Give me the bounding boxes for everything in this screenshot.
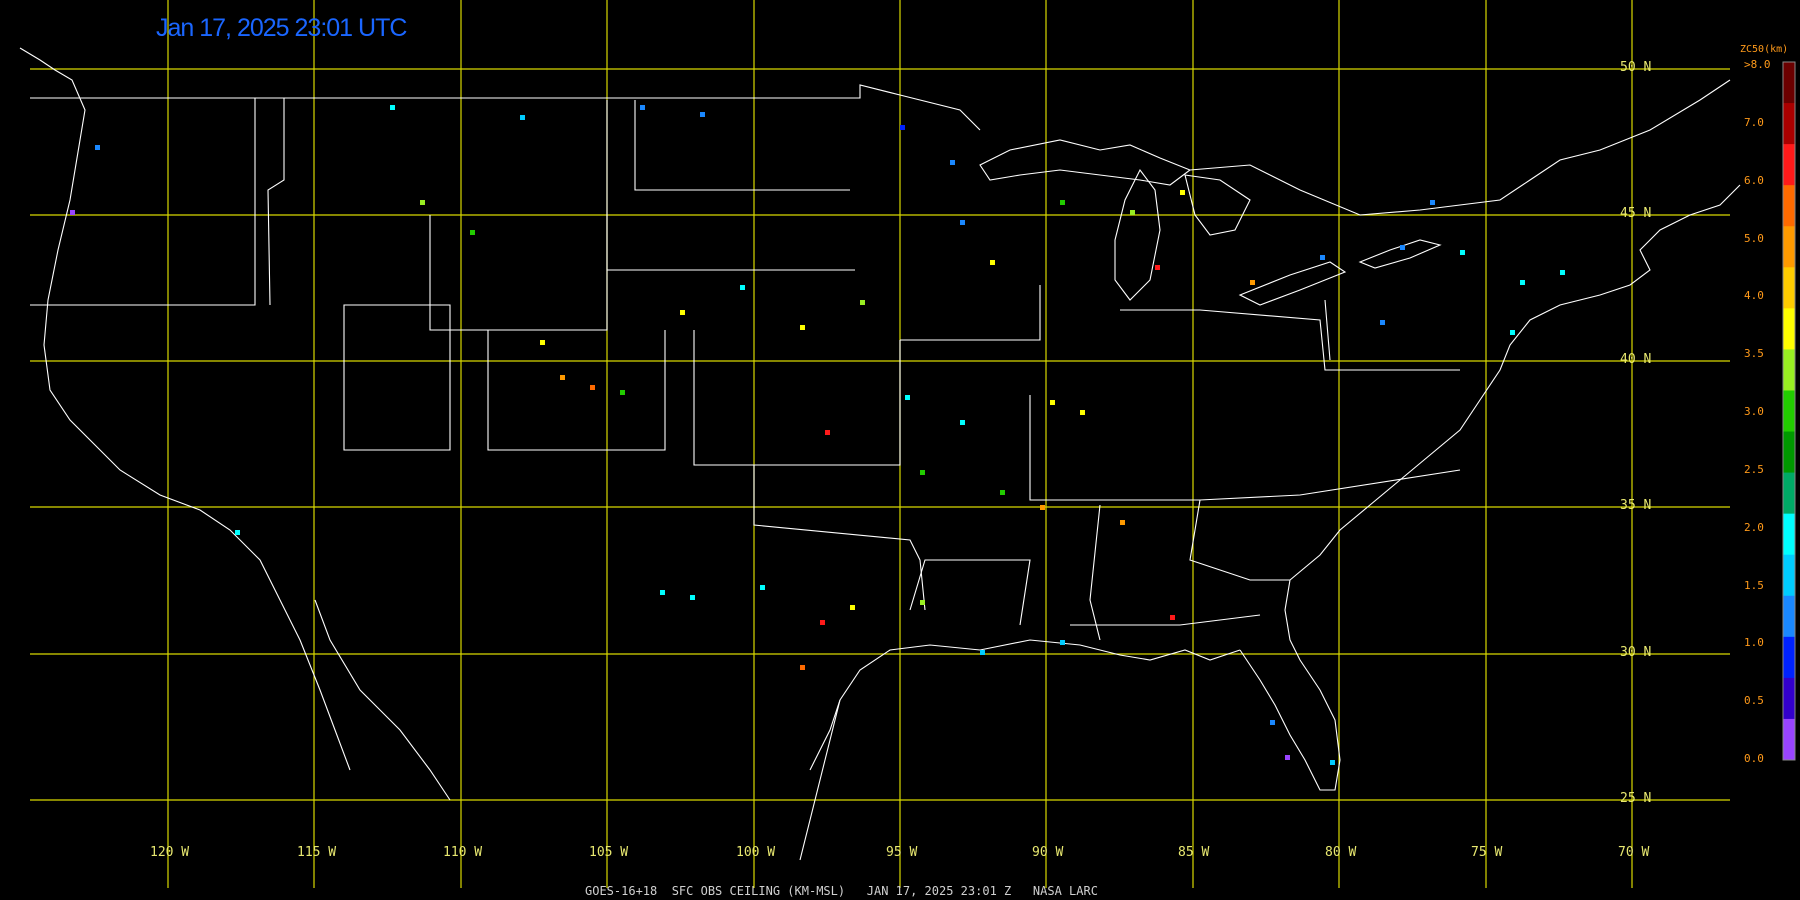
legend-color-swatch <box>1783 308 1795 350</box>
lon-label-80: 80 W <box>1325 845 1357 860</box>
lat-lon-grid <box>30 0 1730 888</box>
legend-color-swatch <box>1783 595 1795 638</box>
legend-tick-label: 2.0 <box>1744 520 1764 534</box>
footer-caption: GOES-16+18 SFC OBS CEILING (KM-MSL) JAN … <box>585 884 1098 898</box>
lon-label-75: 75 W <box>1471 845 1503 860</box>
legend-color-swatch <box>1783 267 1795 309</box>
legend-tick-label: 3.0 <box>1744 405 1764 418</box>
lon-label-90: 90 W <box>1032 845 1064 860</box>
legend-color-swatch <box>1783 718 1795 761</box>
lat-label-25: 25 N <box>1620 791 1652 806</box>
legend-color-swatch <box>1783 226 1795 268</box>
legend-tick-label: 2.5 <box>1744 462 1764 476</box>
legend-color-swatch <box>1783 144 1795 186</box>
lon-label-115: 115 W <box>297 845 337 860</box>
lat-label-40: 40 N <box>1620 352 1652 367</box>
coastlines-and-borders <box>19 47 1741 861</box>
legend-color-swatch <box>1783 636 1795 679</box>
legend-tick-label: 3.5 <box>1744 347 1764 361</box>
legend-tick-label: 5.0 <box>1744 231 1764 245</box>
lat-label-30: 30 N <box>1620 645 1652 660</box>
lon-label-105: 105 W <box>589 845 629 860</box>
legend-color-swatch <box>1783 677 1795 720</box>
lat-label-45: 45 N <box>1620 206 1652 221</box>
legend-color-swatch <box>1783 185 1795 227</box>
lon-label-70: 70 W <box>1618 845 1650 860</box>
legend-tick-label: 4.0 <box>1744 289 1764 303</box>
legend-color-swatch <box>1783 554 1795 597</box>
ceiling-observation-map <box>19 0 1796 888</box>
legend-tick-label: 7.0 <box>1744 115 1764 129</box>
legend-tick-label: 0.0 <box>1744 752 1764 765</box>
legend-color-swatch <box>1783 513 1795 556</box>
legend-color-swatch <box>1783 103 1795 145</box>
lon-label-110: 110 W <box>443 845 483 860</box>
timestamp: Jan 17, 2025 23:01 UTC <box>156 14 407 42</box>
legend-tick-label: 1.5 <box>1744 578 1764 592</box>
ceiling-color-legend-bar <box>1782 61 1796 761</box>
legend-color-swatch <box>1783 472 1795 515</box>
lon-label-120: 120 W <box>150 845 190 860</box>
legend-color-swatch <box>1783 62 1795 104</box>
legend-tick-label: 1.0 <box>1744 636 1764 650</box>
legend-tick-label: >8.0 <box>1744 58 1771 71</box>
legend-tick-label: 6.0 <box>1744 173 1764 187</box>
legend-color-swatch <box>1783 349 1795 391</box>
lon-label-85: 85 W <box>1178 845 1210 860</box>
lat-label-35: 35 N <box>1620 498 1652 513</box>
legend-color-swatch <box>1783 390 1795 433</box>
lon-label-95: 95 W <box>886 845 918 860</box>
lon-label-100: 100 W <box>736 845 776 860</box>
legend-tick-label: 0.5 <box>1744 694 1764 708</box>
legend-color-swatch <box>1783 431 1795 474</box>
lat-label-50: 50 N <box>1620 60 1652 75</box>
station-markers <box>70 105 1565 765</box>
legend-title: ZC50(km) <box>1740 44 1789 55</box>
